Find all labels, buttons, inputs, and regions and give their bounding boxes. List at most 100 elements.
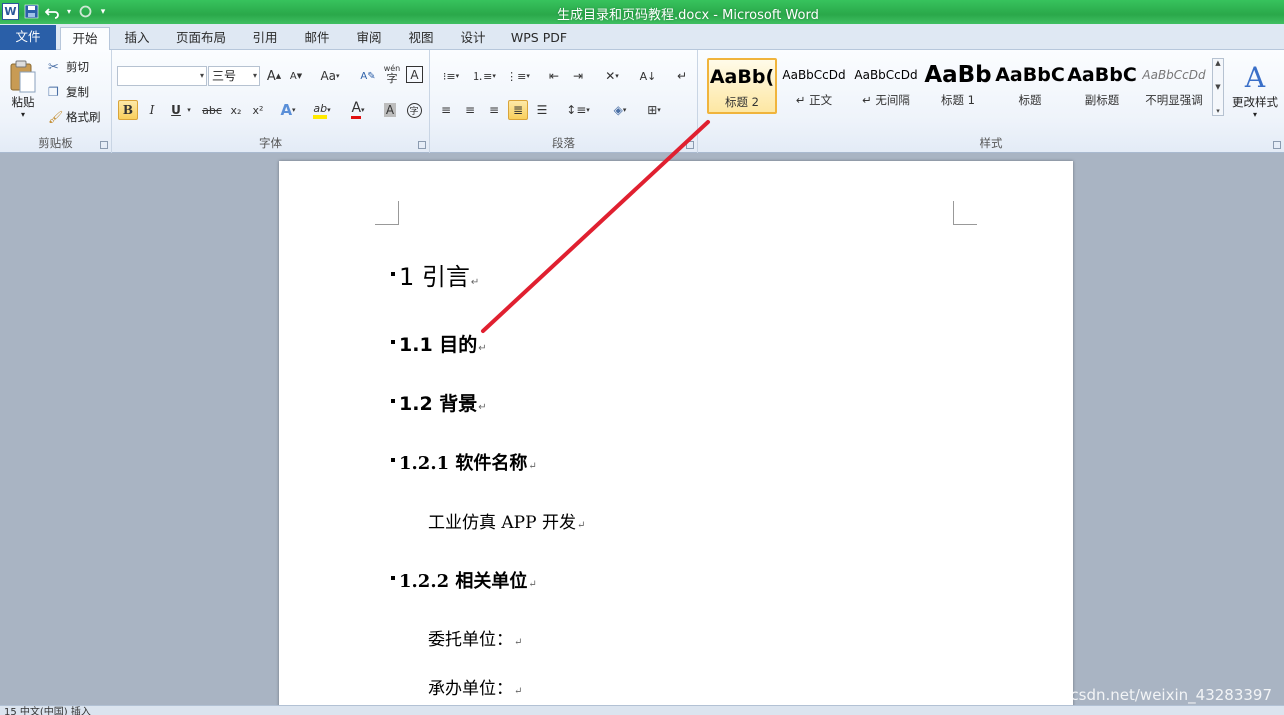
strikethrough-button[interactable]: abc bbox=[200, 100, 224, 120]
numbering-button[interactable]: ⒈≡ ▾ bbox=[470, 66, 498, 86]
style-heading-2[interactable]: AaBb( 标题 2 bbox=[707, 58, 777, 114]
tab-insert[interactable]: 插入 bbox=[114, 27, 160, 50]
format-painter-label: 格式刷 bbox=[66, 110, 101, 124]
text-effects-button[interactable]: A ▾ bbox=[278, 100, 298, 120]
format-painter-button[interactable]: 🖌 格式刷 bbox=[48, 108, 110, 126]
heading-3-line[interactable]: 1.2.2 相关单位↵ bbox=[391, 567, 537, 593]
undo-dropdown-icon[interactable]: ▾ bbox=[65, 3, 73, 20]
tab-wps-pdf[interactable]: WPS PDF bbox=[504, 27, 574, 50]
heading-bullet bbox=[391, 398, 395, 403]
justify-button[interactable]: ≣ bbox=[508, 100, 528, 120]
paragraph-launcher-icon[interactable] bbox=[686, 141, 694, 149]
paragraph-group-label: 段落 bbox=[552, 136, 575, 150]
tab-page-layout[interactable]: 页面布局 bbox=[168, 27, 234, 50]
style-no-spacing[interactable]: AaBbCcDd ↵ 无间隔 bbox=[851, 58, 921, 114]
tab-design[interactable]: 设计 bbox=[450, 27, 496, 50]
redo-icon[interactable] bbox=[77, 3, 94, 20]
paste-button[interactable]: 粘贴 ▾ bbox=[4, 54, 42, 124]
tab-mailings[interactable]: 邮件 bbox=[294, 27, 340, 50]
save-icon[interactable] bbox=[23, 3, 40, 20]
grow-font-button[interactable]: A ▲ bbox=[264, 66, 284, 86]
margin-corner-right bbox=[953, 201, 977, 225]
customize-qat-icon[interactable]: ▾ bbox=[98, 3, 108, 20]
underline-button[interactable]: U bbox=[166, 100, 186, 120]
character-shading-button[interactable]: A bbox=[380, 100, 400, 120]
align-center-button[interactable]: ≡ bbox=[460, 100, 480, 120]
align-right-button[interactable]: ≡ bbox=[484, 100, 504, 120]
style-gallery-scroll[interactable]: ▲ ▼ ▾ bbox=[1212, 58, 1224, 116]
sort-button[interactable]: A↓ bbox=[638, 66, 658, 86]
style-title[interactable]: AaBbC 标题 bbox=[995, 58, 1065, 114]
scroll-down-icon[interactable]: ▼ bbox=[1215, 83, 1220, 91]
tab-view[interactable]: 视图 bbox=[398, 27, 444, 50]
heading-2-line[interactable]: 1.2 背景↵ bbox=[391, 389, 487, 416]
heading-2-line[interactable]: 1.1 目的↵ bbox=[391, 330, 487, 357]
shrink-font-button[interactable]: A ▼ bbox=[286, 66, 306, 86]
word-app-icon[interactable]: W bbox=[2, 3, 19, 20]
shading-button[interactable]: ◈ ▾ bbox=[606, 100, 634, 120]
style-subtitle[interactable]: AaBbC 副标题 bbox=[1067, 58, 1137, 114]
multilevel-list-button[interactable]: ⋮≡ ▾ bbox=[504, 66, 532, 86]
paste-dropdown-icon[interactable]: ▾ bbox=[21, 110, 25, 119]
bold-button[interactable]: B bbox=[118, 100, 138, 120]
chinese-layout-button[interactable]: ✕ ▾ bbox=[598, 66, 626, 86]
copy-button[interactable]: ❐ 复制 bbox=[48, 83, 108, 101]
font-name-dropdown-icon[interactable]: ▾ bbox=[200, 67, 204, 85]
tab-references[interactable]: 引用 bbox=[242, 27, 288, 50]
body-line[interactable]: 委托单位：↵ bbox=[428, 625, 522, 650]
style-heading-1[interactable]: AaBb 标题 1 bbox=[923, 58, 993, 114]
style-name: 标题 bbox=[1018, 93, 1042, 107]
style-preview: AaBb bbox=[924, 62, 992, 88]
cut-button[interactable]: ✂ 剪切 bbox=[48, 58, 108, 76]
paragraph-mark: ↵ bbox=[514, 686, 523, 697]
font-name-combo[interactable]: ▾ bbox=[117, 66, 207, 86]
tab-review[interactable]: 审阅 bbox=[346, 27, 392, 50]
tab-home[interactable]: 开始 bbox=[60, 27, 110, 51]
body-line[interactable]: 承办单位：↵ bbox=[428, 674, 522, 699]
line-spacing-button[interactable]: ↕≡ ▾ bbox=[564, 100, 592, 120]
underline-dropdown-icon[interactable]: ▾ bbox=[184, 100, 194, 120]
font-size-combo[interactable]: 三号 ▾ bbox=[208, 66, 260, 86]
styles-launcher-icon[interactable] bbox=[1273, 141, 1281, 149]
heading-bullet bbox=[391, 339, 395, 344]
clear-format-button[interactable]: A✎ bbox=[358, 66, 378, 86]
paragraph-mark: ↵ bbox=[478, 343, 487, 354]
heading-text: 1.2.2 相关单位 bbox=[399, 571, 528, 592]
font-launcher-icon[interactable] bbox=[418, 141, 426, 149]
grow-font-icon: A bbox=[266, 68, 276, 84]
change-styles-button[interactable]: A 更改样式 ▾ bbox=[1228, 54, 1282, 126]
body-line[interactable]: 工业仿真 APP 开发↵ bbox=[428, 508, 585, 533]
clipboard-launcher-icon[interactable] bbox=[100, 141, 108, 149]
style-subtle-emphasis[interactable]: AaBbCcDd 不明显强调 bbox=[1139, 58, 1209, 114]
watermark-text: https://blog.csdn.net/weixin_43283397 bbox=[979, 686, 1272, 704]
styles-group: AaBb( 标题 2 AaBbCcDd ↵ 正文 AaBbCcDd ↵ 无间隔 … bbox=[698, 50, 1284, 153]
tab-file[interactable]: 文件 bbox=[0, 25, 56, 50]
font-color-icon: A bbox=[351, 101, 362, 119]
undo-icon[interactable] bbox=[44, 3, 61, 20]
heading-1-line[interactable]: 1 引言↵ bbox=[391, 257, 479, 292]
enclose-characters-button[interactable]: 字 bbox=[404, 100, 424, 120]
decrease-indent-button[interactable]: ⇤ bbox=[544, 66, 564, 86]
font-color-button[interactable]: A ▾ bbox=[344, 100, 372, 120]
highlight-button[interactable]: ab ▾ bbox=[308, 100, 336, 120]
font-size-dropdown-icon[interactable]: ▾ bbox=[253, 67, 257, 85]
heading-3-line[interactable]: 1.2.1 软件名称↵ bbox=[391, 449, 537, 475]
bullets-button[interactable]: ⁝≡ ▾ bbox=[438, 66, 464, 86]
align-left-button[interactable]: ≡ bbox=[436, 100, 456, 120]
borders-button[interactable]: ⊞ ▾ bbox=[640, 100, 668, 120]
change-case-button[interactable]: Aa ▾ bbox=[316, 66, 344, 86]
superscript-button[interactable]: x² bbox=[248, 100, 268, 120]
change-styles-dropdown-icon[interactable]: ▾ bbox=[1253, 110, 1257, 119]
subscript-button[interactable]: x₂ bbox=[226, 100, 246, 120]
scroll-up-icon[interactable]: ▲ bbox=[1215, 59, 1220, 67]
character-border-button[interactable]: A bbox=[406, 66, 423, 83]
pinyin-button[interactable]: wén 字 bbox=[382, 64, 402, 84]
show-marks-button[interactable]: ↵ bbox=[672, 66, 692, 86]
paintbrush-icon: 🖌 bbox=[48, 110, 64, 124]
increase-indent-button[interactable]: ⇥ bbox=[568, 66, 588, 86]
document-page[interactable]: 1 引言↵ 1.1 目的↵ 1.2 背景↵ 1.2.1 软件名称↵ 工业仿真 A… bbox=[279, 161, 1073, 715]
distributed-button[interactable]: ☰ bbox=[532, 100, 552, 120]
italic-button[interactable]: I bbox=[142, 100, 162, 120]
style-normal[interactable]: AaBbCcDd ↵ 正文 bbox=[779, 58, 849, 114]
more-styles-icon[interactable]: ▾ bbox=[1216, 107, 1220, 115]
